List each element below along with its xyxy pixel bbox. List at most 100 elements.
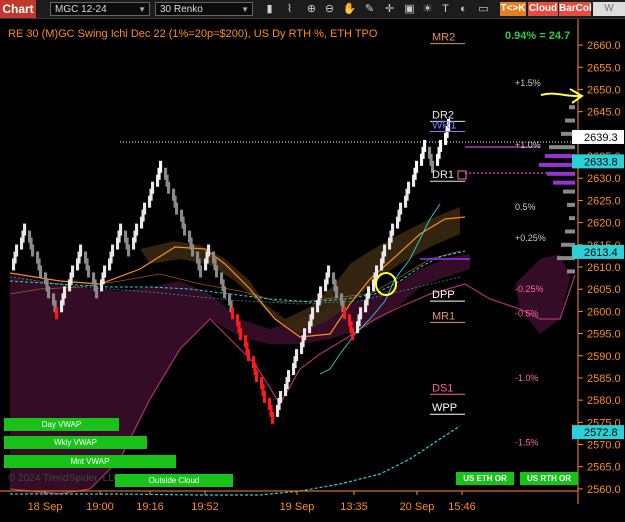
current-price-box — [457, 170, 467, 180]
x-tick-label: 19:52 — [191, 501, 219, 513]
us-eth-or-button[interactable]: US ETH OR — [456, 472, 514, 485]
tk-button[interactable]: T<>K — [500, 2, 526, 16]
up-brick — [367, 286, 371, 299]
price-marker-label: 2613.4 — [584, 247, 618, 259]
bar-type-selector[interactable]: 30 Renko ▼ — [155, 2, 253, 16]
down-brick — [343, 307, 347, 320]
up-brick — [439, 139, 443, 152]
chart-title: RE 30 (M)GC Swing Ichi Dec 22 (1%=20p=$2… — [8, 28, 378, 40]
y-tick-label: 2600.0 — [587, 306, 621, 318]
up-brick — [359, 307, 363, 320]
lock-icon[interactable]: ▣ — [402, 1, 417, 17]
profile-bar — [569, 105, 575, 110]
down-brick — [31, 244, 35, 257]
day-vwap-button[interactable]: Day VWAP — [4, 418, 119, 431]
barcol-button[interactable]: BarCol — [559, 2, 592, 16]
down-brick — [175, 202, 179, 215]
vwap-toggle-button[interactable]: W VWAP — [593, 2, 625, 16]
price-marker-label: 2572.8 — [584, 427, 618, 439]
pencil-icon[interactable]: ✎ — [362, 1, 377, 17]
level-label: WR1 — [432, 120, 456, 132]
up-brick — [423, 139, 427, 152]
y-tick-label: 2620.0 — [587, 218, 621, 230]
down-brick — [47, 286, 51, 299]
y-tick-label: 2645.0 — [587, 107, 621, 119]
down-brick — [199, 265, 203, 278]
instrument-selector[interactable]: MGC 12-24 ▼ — [50, 2, 150, 16]
profile-bar — [563, 189, 575, 194]
outside-cloud-button[interactable]: Outside Cloud — [115, 474, 233, 487]
down-brick — [215, 265, 219, 278]
y-tick-label: 2565.0 — [587, 462, 621, 474]
hand-icon[interactable]: ✋ — [342, 1, 357, 17]
up-brick — [383, 244, 387, 257]
x-tick-label: 19 Sep — [280, 501, 315, 513]
level-label: DS1 — [432, 382, 453, 394]
up-brick — [159, 160, 163, 173]
up-brick — [311, 307, 315, 320]
down-brick — [271, 411, 275, 424]
y-tick-label: 2660.0 — [587, 40, 621, 52]
down-brick — [183, 223, 187, 236]
percent-label: -0.5% — [515, 309, 539, 319]
monthly-vwap-button[interactable]: Mnt VWAP — [4, 455, 176, 468]
percent-label: -1.0% — [515, 373, 539, 383]
up-brick — [375, 265, 379, 278]
sun-icon[interactable]: ☀ — [420, 1, 435, 17]
up-brick — [207, 244, 211, 257]
zoom-in-icon[interactable]: ⊕ — [304, 1, 319, 17]
down-brick — [351, 328, 355, 341]
y-tick-label: 2625.0 — [587, 195, 621, 207]
display-icon[interactable]: ▭ — [476, 1, 491, 17]
t-icon[interactable]: T — [438, 1, 453, 17]
level-label: DPP — [432, 289, 455, 301]
up-brick — [287, 370, 291, 383]
profile-bar — [547, 171, 575, 176]
y-tick-label: 2605.0 — [587, 284, 621, 296]
y-tick-label: 2560.0 — [587, 484, 621, 496]
down-brick — [191, 244, 195, 257]
up-brick — [415, 160, 419, 173]
x-tick-label: 15:46 — [448, 501, 476, 513]
up-brick — [63, 286, 67, 299]
annotation-arrow — [540, 88, 584, 104]
crosshair-icon[interactable]: ✛ — [382, 1, 397, 17]
bar-chart-icon[interactable]: ▮ — [262, 1, 277, 17]
down-brick — [223, 286, 227, 299]
up-brick — [279, 390, 283, 403]
zoom-out-icon[interactable]: ⊖ — [322, 1, 337, 17]
profile-bar — [567, 202, 575, 207]
brightness-icon[interactable]: ◐ — [456, 1, 471, 17]
level-label: DR1 — [432, 169, 454, 181]
chart-tab[interactable]: Chart — [0, 0, 36, 18]
up-brick — [303, 328, 307, 341]
up-brick — [143, 202, 147, 215]
us-rth-or-button[interactable]: US RTH OR — [520, 472, 578, 485]
chart-area[interactable]: MR2 DR2 WR1 DR1 DPP MR1 DS1 WPP +1.5% +1.0% 0.5% +… — [0, 19, 625, 517]
bar-type-label: 30 Renko — [160, 4, 203, 15]
up-brick — [111, 244, 115, 257]
up-brick — [135, 223, 139, 236]
up-brick — [295, 349, 299, 362]
up-brick — [119, 223, 123, 236]
percent-label: +1.0% — [515, 140, 541, 150]
weekly-vwap-button[interactable]: Wkly VWAP — [4, 436, 147, 449]
y-tick-label: 2595.0 — [587, 329, 621, 341]
line-chart-icon[interactable]: ⌇ — [282, 1, 297, 17]
down-brick — [239, 328, 243, 341]
percent-label: -0.25% — [515, 284, 544, 294]
cloud-button[interactable]: Cloud — [528, 2, 558, 16]
down-brick — [87, 265, 91, 278]
profile-bar — [539, 162, 575, 167]
x-tick-label: 19:16 — [136, 501, 164, 513]
down-brick — [247, 349, 251, 362]
down-brick — [335, 286, 339, 299]
up-brick — [151, 181, 155, 194]
y-tick-label: 2610.0 — [587, 262, 621, 274]
percent-label: +0.25% — [515, 233, 546, 243]
down-brick — [255, 370, 259, 383]
profile-bar — [553, 180, 575, 185]
y-tick-label: 2570.0 — [587, 440, 621, 452]
profile-bar — [567, 269, 575, 274]
profile-bar — [565, 229, 575, 234]
